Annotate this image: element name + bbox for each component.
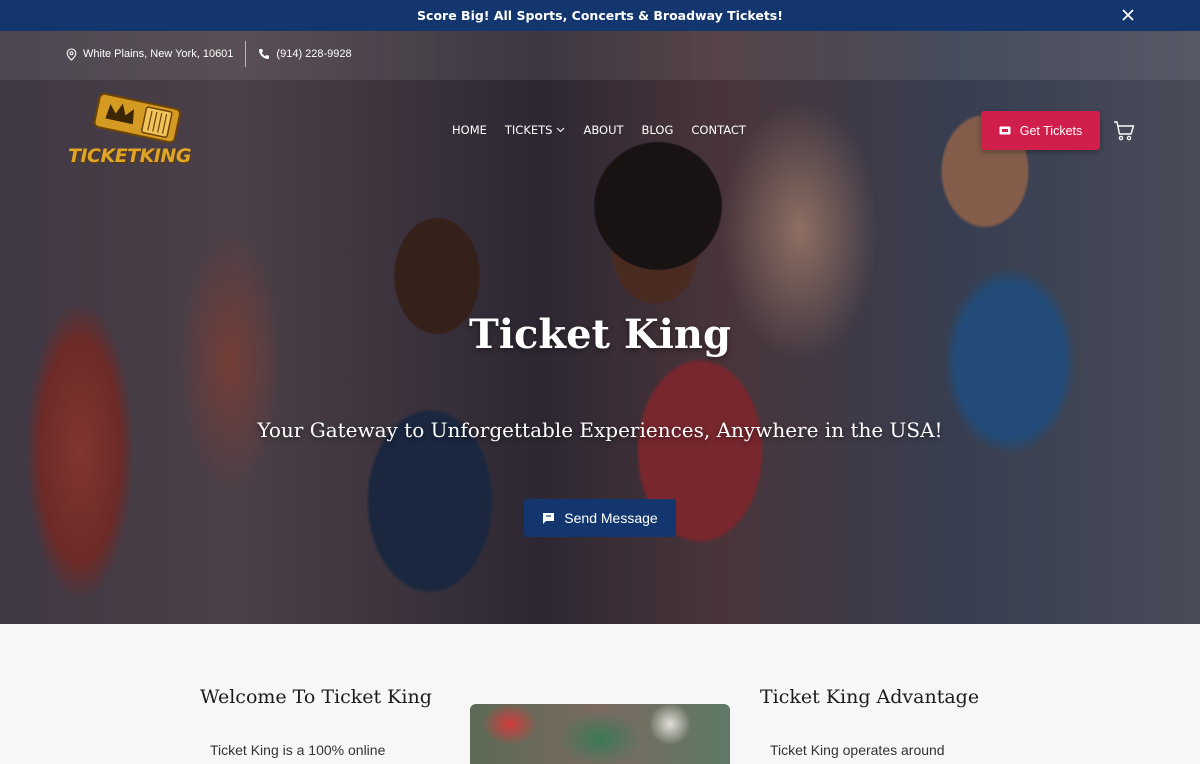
nav-tickets[interactable]: TICKETS xyxy=(505,123,566,137)
contact-row: White Plains, New York, 10601 (914) 228-… xyxy=(66,41,352,67)
nav-home[interactable]: HOME xyxy=(452,123,487,137)
phone-item[interactable]: (914) 228-9928 xyxy=(258,48,352,60)
announcement-text: Score Big! All Sports, Concerts & Broadw… xyxy=(417,8,783,23)
send-message-label: Send Message xyxy=(564,510,658,526)
advantage-text: Ticket King operates around xyxy=(770,742,945,758)
nav-about[interactable]: ABOUT xyxy=(583,123,623,137)
intro-photo xyxy=(470,704,730,764)
advantage-title: Ticket King Advantage xyxy=(760,686,980,708)
map-pin-icon xyxy=(66,47,77,61)
contact-divider xyxy=(245,41,247,67)
chevron-down-icon xyxy=(557,127,565,133)
hero-subtitle: Your Gateway to Unforgettable Experience… xyxy=(257,418,943,442)
address-text: White Plains, New York, 10601 xyxy=(83,48,234,60)
get-tickets-button[interactable]: Get Tickets xyxy=(981,111,1100,150)
nav-tickets-label: TICKETS xyxy=(504,123,553,137)
hero-title: Ticket King xyxy=(469,311,731,358)
close-icon[interactable] xyxy=(1120,7,1136,23)
phone-icon xyxy=(259,49,270,59)
hero-section: White Plains, New York, 10601 (914) 228-… xyxy=(0,31,1200,624)
get-tickets-label: Get Tickets xyxy=(1019,123,1083,138)
nav-blog[interactable]: BLOG xyxy=(642,123,674,137)
chat-icon xyxy=(543,512,555,524)
crown-ticket-icon xyxy=(93,93,181,144)
logo-text: TICKETKING xyxy=(68,145,191,167)
address-item: White Plains, New York, 10601 xyxy=(66,47,234,61)
intro-section: Welcome To Ticket King Ticket King is a … xyxy=(0,624,1200,764)
ticket-icon xyxy=(999,126,1011,135)
welcome-text: Ticket King is a 100% online xyxy=(210,742,386,758)
main-nav: HOME TICKETS ABOUT BLOG CONTACT xyxy=(452,123,746,137)
site-logo[interactable]: TICKETKING xyxy=(66,93,196,173)
nav-contact[interactable]: CONTACT xyxy=(691,123,746,137)
cart-icon[interactable] xyxy=(1113,120,1135,142)
announcement-bar: Score Big! All Sports, Concerts & Broadw… xyxy=(0,0,1200,31)
phone-text: (914) 228-9928 xyxy=(276,48,352,60)
send-message-button[interactable]: Send Message xyxy=(524,499,676,537)
welcome-title: Welcome To Ticket King xyxy=(200,686,432,708)
